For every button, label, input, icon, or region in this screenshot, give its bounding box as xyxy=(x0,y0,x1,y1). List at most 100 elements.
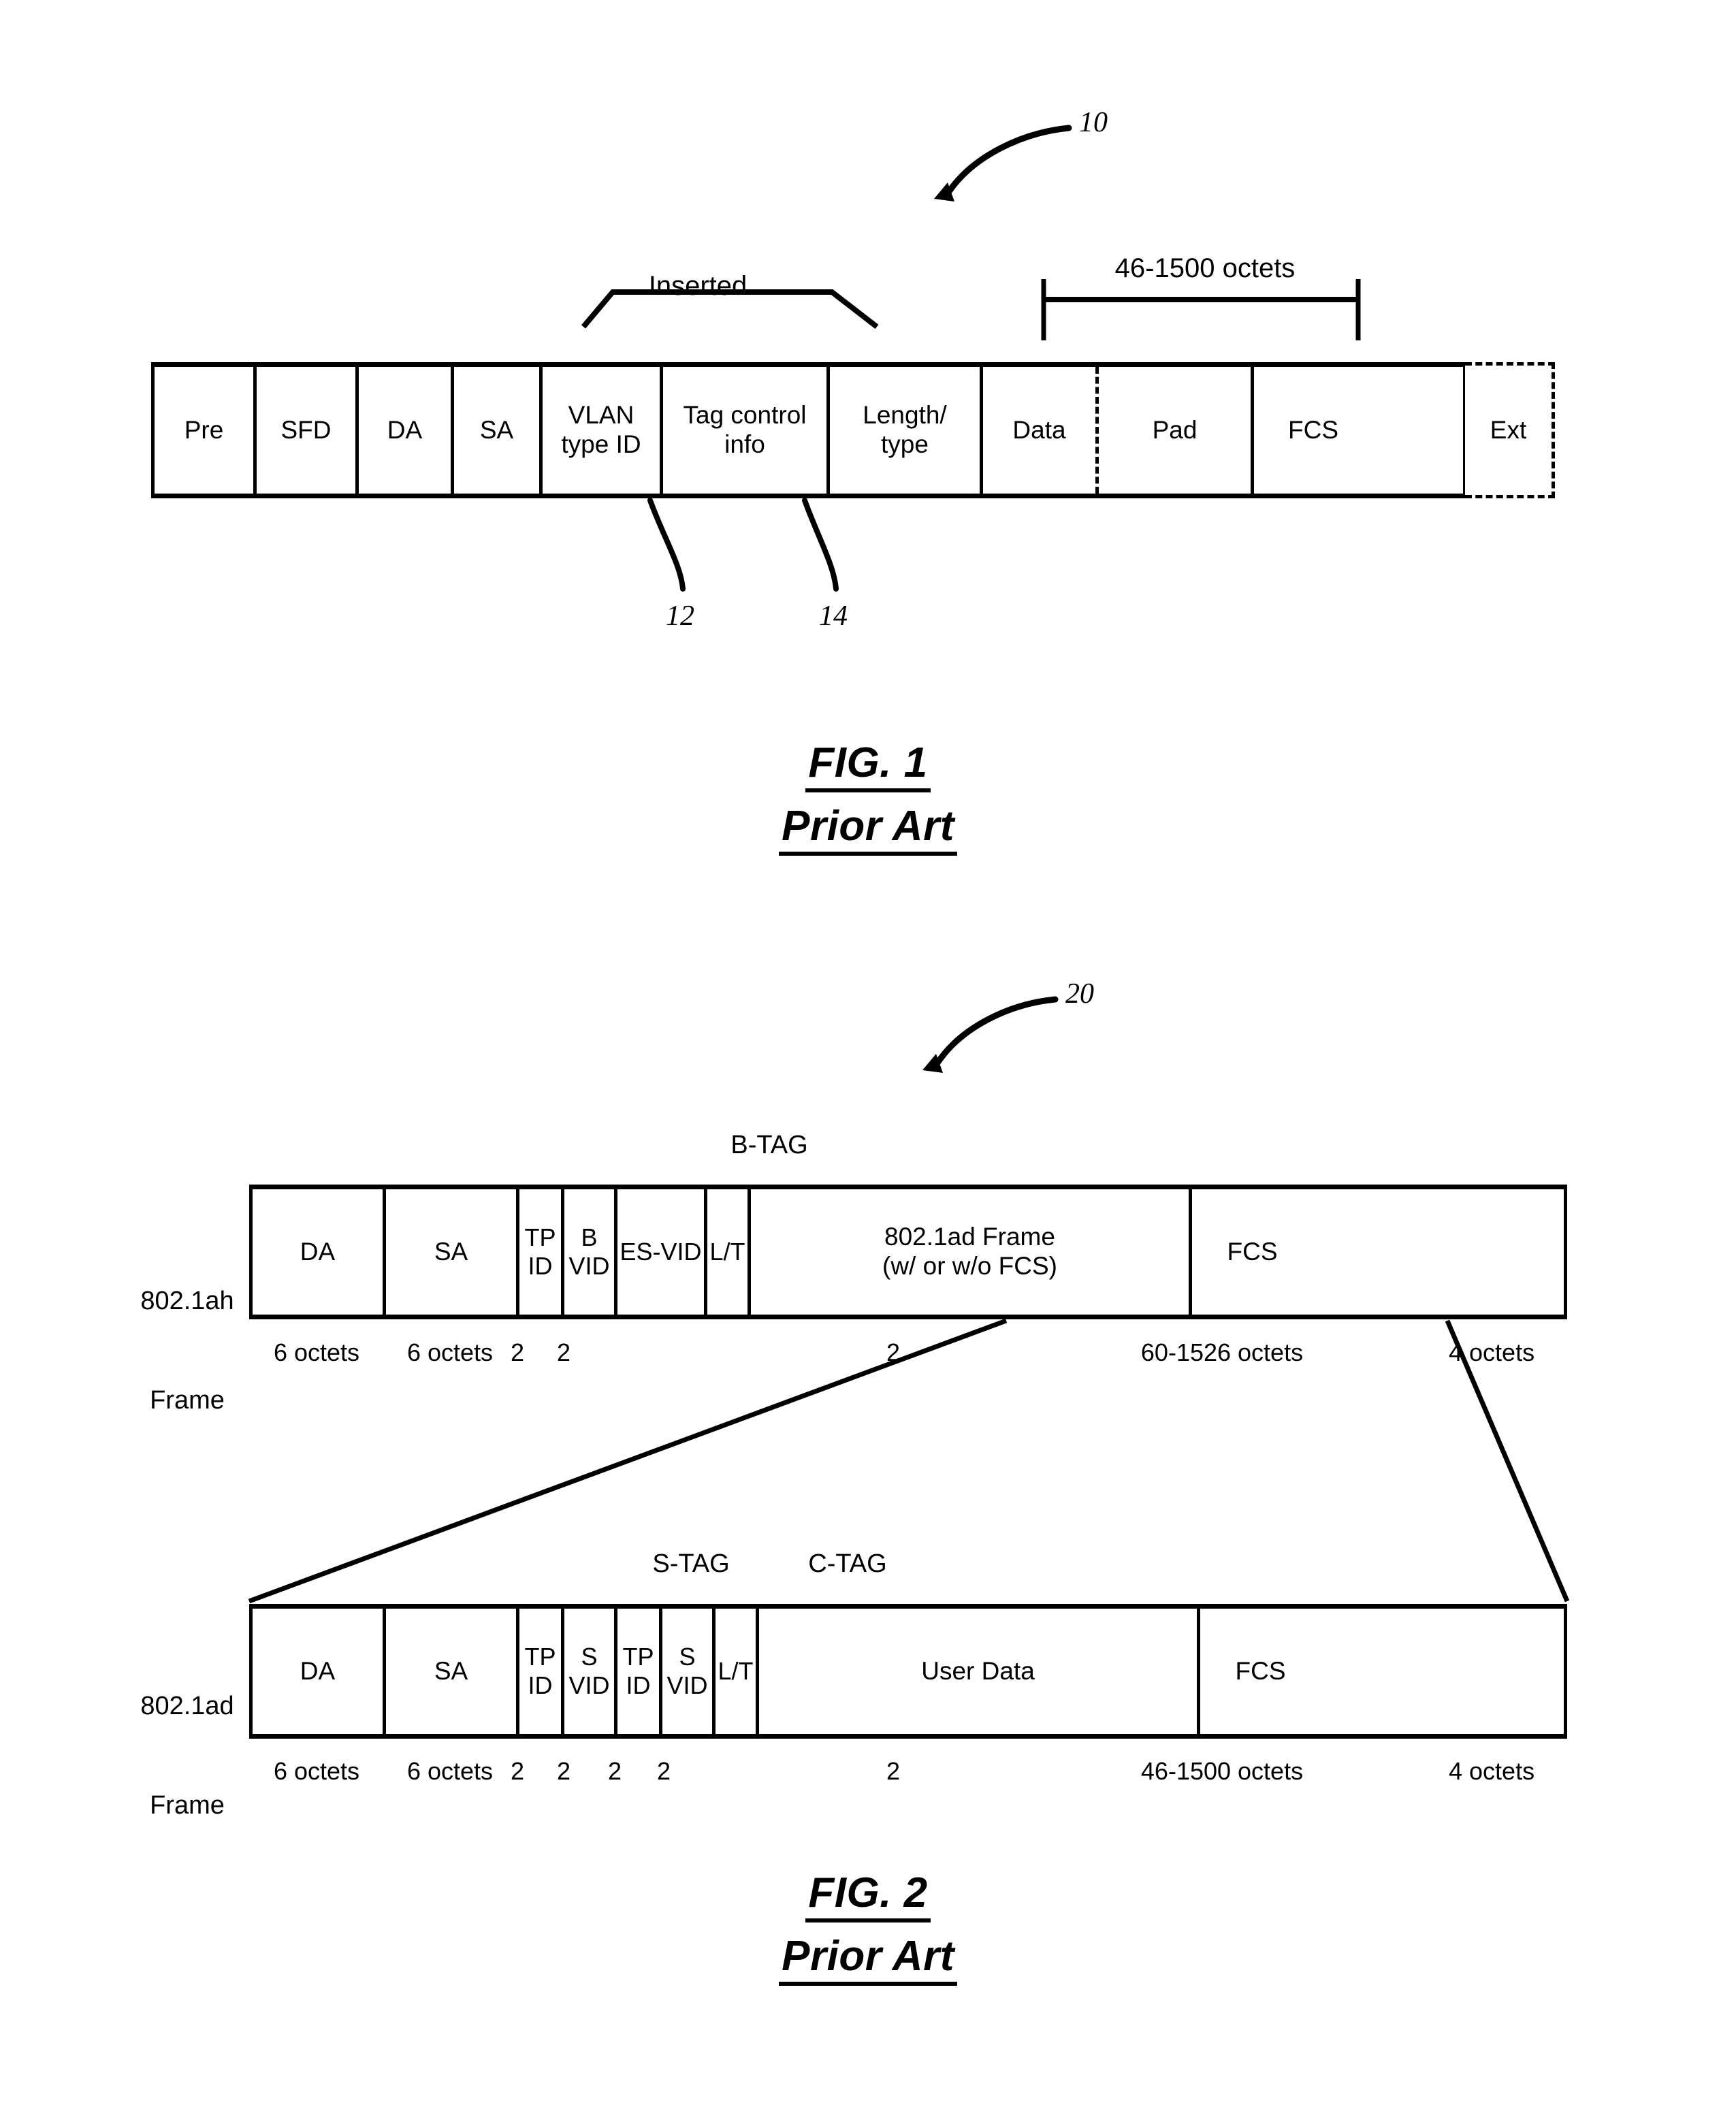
top-field-tpid-label: TP ID xyxy=(524,1223,556,1280)
top-field-sa-label: SA xyxy=(434,1237,468,1266)
top-octets-tpid: 2 xyxy=(510,1338,525,1366)
field-sfd-label: SFD xyxy=(280,415,332,444)
tag-label-c-tag: C-TAG xyxy=(808,1549,887,1578)
field-sa: SA xyxy=(454,367,543,494)
field-length-type-label: Length/ type xyxy=(863,401,947,458)
field-fcs: FCS xyxy=(1254,367,1372,494)
bottom-field-tpid-2-label: TP ID xyxy=(622,1643,654,1699)
bottom-field-user-data: User Data xyxy=(759,1609,1200,1734)
field-fcs-label: FCS xyxy=(1288,415,1338,444)
field-da-label: DA xyxy=(387,415,423,444)
callout-14: 14 xyxy=(819,600,848,632)
field-tag-control-info: Tag control info xyxy=(663,367,830,494)
field-vlan-type-id: VLAN type ID xyxy=(543,367,663,494)
field-sa-label: SA xyxy=(479,415,514,444)
frame-802-1ad-side-label-line2: Frame xyxy=(150,1791,225,1820)
bottom-octets-tpid-1: 2 xyxy=(510,1757,525,1785)
bottom-field-tpid-1-label: TP ID xyxy=(524,1643,556,1699)
figure-1-caption-line2: Prior Art xyxy=(779,802,957,856)
top-field-tpid: TP ID xyxy=(519,1189,564,1315)
figure-1-reference-arrow xyxy=(934,125,1072,202)
top-field-802-1ad-frame-label: 802.1ad Frame (w/ or w/o FCS) xyxy=(882,1223,1057,1280)
tag-label-s-tag: S-TAG xyxy=(652,1549,730,1578)
field-length-type: Length/ type xyxy=(830,367,983,494)
bottom-octets-tpid-2: 2 xyxy=(607,1757,622,1785)
bottom-octets-da: 6 octets xyxy=(273,1757,360,1785)
patent-drawing-sheet: 10 Inserted VLAN header 46-1500 octets P… xyxy=(0,0,1736,2124)
field-pre: Pre xyxy=(155,367,257,494)
bottom-octets-user-data: 46-1500 octets xyxy=(1140,1757,1304,1785)
data-span-length-label: 46-1500 octets xyxy=(1114,253,1296,283)
top-field-es-vid: ES-VID xyxy=(617,1189,707,1315)
data-span-bracket xyxy=(1041,279,1361,340)
figure-2-bottom-frame: DA SA TP ID S VID TP ID S VID L/T User D… xyxy=(249,1604,1567,1739)
figure-1-reference-number: 10 xyxy=(1079,107,1108,138)
callout-12-leader-line xyxy=(647,498,686,592)
field-ext: Ext xyxy=(1465,362,1555,498)
callout-12: 12 xyxy=(666,600,694,632)
top-field-fcs: FCS xyxy=(1192,1189,1313,1315)
bottom-octets-svid-2: 2 xyxy=(656,1757,671,1785)
bottom-field-tpid-1: TP ID xyxy=(519,1609,564,1734)
bottom-field-fcs-label: FCS xyxy=(1235,1656,1286,1685)
bottom-field-lt: L/T xyxy=(716,1609,759,1734)
frame-802-1ad-side-label-line1: 802.1ad xyxy=(140,1692,234,1721)
bottom-field-svid-1-label: S VID xyxy=(568,1643,610,1699)
field-vlan-type-id-label: VLAN type ID xyxy=(561,401,641,458)
top-field-bvid-label: B VID xyxy=(568,1223,610,1280)
field-pad-label: Pad xyxy=(1152,415,1197,444)
frame-802-1ad-side-label: 802.1ad Frame xyxy=(123,1624,252,1888)
top-field-da: DA xyxy=(253,1189,386,1315)
top-field-fcs-label: FCS xyxy=(1227,1237,1278,1266)
inserted-vlan-header-label-line1: Inserted xyxy=(648,271,748,301)
field-sfd: SFD xyxy=(257,367,359,494)
top-octets-bvid: 2 xyxy=(556,1338,571,1366)
frame-802-1ah-side-label-line1: 802.1ah xyxy=(140,1287,234,1316)
top-field-da-label: DA xyxy=(300,1237,336,1266)
bottom-field-svid-2-label: S VID xyxy=(666,1643,708,1699)
figure-2-top-frame: DA SA TP ID B VID ES-VID L/T 802.1ad Fra… xyxy=(249,1185,1567,1319)
bottom-field-da-label: DA xyxy=(300,1656,336,1685)
bottom-field-lt-label: L/T xyxy=(718,1657,754,1686)
field-tag-control-info-label: Tag control info xyxy=(683,401,807,458)
field-data: Data xyxy=(983,367,1099,494)
top-field-es-vid-label: ES-VID xyxy=(620,1238,702,1266)
field-da: DA xyxy=(359,367,454,494)
field-pre-label: Pre xyxy=(184,415,224,444)
figure-1-frame: Pre SFD DA SA VLAN type ID Tag control i… xyxy=(151,362,1466,498)
figure-1-caption: FIG. 1 Prior Art xyxy=(701,739,1035,856)
top-field-sa: SA xyxy=(386,1189,519,1315)
tag-label-b-tag: B-TAG xyxy=(730,1131,808,1159)
figure-2-caption: FIG. 2 Prior Art xyxy=(701,1869,1035,1986)
figure-2-reference-arrow xyxy=(922,996,1059,1073)
top-octets-802-1ad-frame: 60-1526 octets xyxy=(1140,1338,1304,1366)
bottom-field-sa-label: SA xyxy=(434,1656,468,1685)
bottom-field-sa: SA xyxy=(386,1609,519,1734)
bottom-field-svid-1: S VID xyxy=(564,1609,617,1734)
field-pad: Pad xyxy=(1099,367,1254,494)
top-field-802-1ad-frame: 802.1ad Frame (w/ or w/o FCS) xyxy=(751,1189,1192,1315)
bottom-octets-fcs: 4 octets xyxy=(1449,1757,1535,1785)
top-octets-lt: 2 xyxy=(886,1338,901,1366)
top-field-lt-label: L/T xyxy=(709,1238,745,1266)
top-octets-da: 6 octets xyxy=(273,1338,360,1366)
bottom-field-user-data-label: User Data xyxy=(921,1656,1035,1685)
figure-2-caption-line1: FIG. 2 xyxy=(805,1869,931,1922)
figure-2-reference-number: 20 xyxy=(1065,978,1094,1010)
callout-14-leader-line xyxy=(802,498,839,592)
frame-802-1ah-side-label-line2: Frame xyxy=(150,1386,225,1415)
figure-2-caption-line2: Prior Art xyxy=(779,1932,957,1986)
bottom-field-svid-2: S VID xyxy=(662,1609,716,1734)
top-octets-fcs: 4 octets xyxy=(1449,1338,1535,1366)
bottom-field-fcs: FCS xyxy=(1200,1609,1321,1734)
bottom-field-tpid-2: TP ID xyxy=(617,1609,662,1734)
frame-802-1ah-side-label: 802.1ah Frame xyxy=(123,1219,252,1483)
figure-1-caption-line1: FIG. 1 xyxy=(805,739,931,792)
leader-lines-overlay xyxy=(248,125,1570,1604)
bottom-field-da: DA xyxy=(253,1609,386,1734)
bottom-octets-lt: 2 xyxy=(886,1757,901,1785)
top-field-bvid: B VID xyxy=(564,1189,617,1315)
field-data-label: Data xyxy=(1012,415,1066,444)
top-field-lt: L/T xyxy=(707,1189,751,1315)
field-ext-label: Ext xyxy=(1490,416,1527,444)
